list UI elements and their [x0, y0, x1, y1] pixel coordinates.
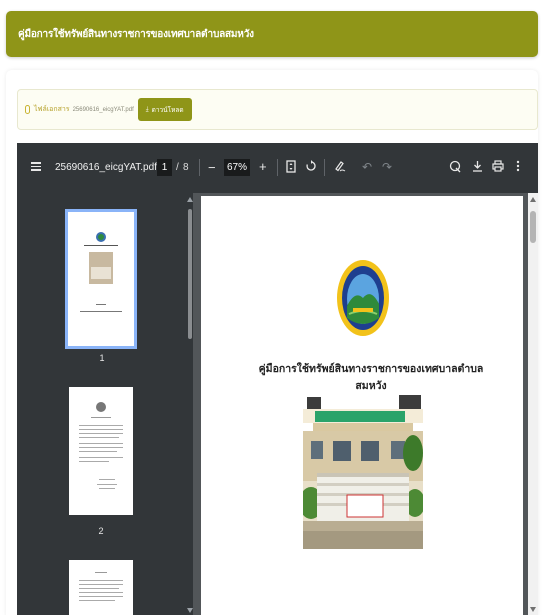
download-button[interactable]: ⤓ ดาวน์โหลด	[137, 98, 192, 121]
toolbar-divider	[324, 159, 325, 176]
pdf-viewer: 25690616_eicgYAT.pdf 1 / 8 − 67% + ↶ ↷ 1…	[17, 143, 538, 615]
rotate-icon[interactable]	[305, 160, 317, 175]
page-separator: /	[176, 162, 179, 173]
pdf-toolbar: 25690616_eicgYAT.pdf 1 / 8 − 67% + ↶ ↷	[17, 143, 538, 193]
building-group-photo	[303, 391, 423, 549]
toolbar-divider	[277, 159, 278, 176]
zoom-in-icon[interactable]: +	[259, 159, 267, 174]
thumbnail-number: 2	[98, 526, 104, 536]
pdf-filename: 25690616_eicgYAT.pdf	[55, 162, 157, 173]
scroll-down-arrow-icon[interactable]	[530, 607, 536, 612]
download-icon: ⤓	[145, 105, 149, 113]
more-options-icon[interactable]	[516, 160, 520, 175]
scroll-up-arrow-icon[interactable]	[530, 197, 536, 202]
toolbar-divider	[199, 159, 200, 176]
print-icon[interactable]	[492, 160, 504, 175]
save-annotated-icon[interactable]	[449, 160, 461, 176]
thumbnail-number: 1	[99, 353, 105, 363]
download-label: ดาวน์โหลด	[151, 106, 184, 114]
thumbnail-page-1[interactable]	[65, 209, 137, 349]
undo-icon[interactable]: ↶	[362, 160, 372, 174]
zoom-out-icon[interactable]: −	[208, 160, 216, 175]
menu-icon[interactable]	[31, 162, 41, 171]
page-header: คู่มือการใช้ทรัพย์สินทางราชการของเทศบาลต…	[6, 11, 538, 57]
page: คู่มือการใช้ทรัพย์สินทางราชการของเทศบาลต…	[0, 0, 544, 615]
zoom-input[interactable]: 67%	[224, 159, 250, 176]
annotate-icon[interactable]	[334, 160, 346, 175]
page-number-input[interactable]: 1	[157, 159, 172, 176]
municipality-seal-logo	[335, 258, 391, 338]
pdf-page: คู่มือการใช้ทรัพย์สินทางราชการของเทศบาลต…	[201, 196, 523, 615]
fit-page-icon[interactable]	[286, 160, 296, 176]
document-title: คู่มือการใช้ทรัพย์สินทางราชการของเทศบาลต…	[258, 363, 484, 392]
attachment-bar: ไฟล์เอกสาร 25690616_eicgYAT.pdf ⤓ ดาวน์โ…	[17, 89, 538, 130]
document-pane: คู่มือการใช้ทรัพย์สินทางราชการของเทศบาลต…	[193, 193, 538, 615]
attachment-filename: 25690616_eicgYAT.pdf	[72, 106, 134, 113]
redo-icon[interactable]: ↷	[382, 160, 392, 174]
document-scrollbar[interactable]	[528, 193, 538, 615]
total-pages: 8	[183, 162, 189, 173]
attachment-label: ไฟล์เอกสาร	[34, 106, 70, 113]
thumbnail-page-2[interactable]	[69, 387, 133, 515]
paperclip-icon	[25, 105, 30, 114]
page-title: คู่มือการใช้ทรัพย์สินทางราชการของเทศบาลต…	[18, 28, 254, 40]
scrollbar-thumb[interactable]	[530, 211, 536, 243]
download-icon[interactable]	[472, 160, 483, 175]
scrollbar-thumb[interactable]	[188, 209, 192, 339]
thumbnail-sidebar: 1 2	[17, 193, 193, 615]
thumbnail-page-3[interactable]	[69, 560, 133, 615]
